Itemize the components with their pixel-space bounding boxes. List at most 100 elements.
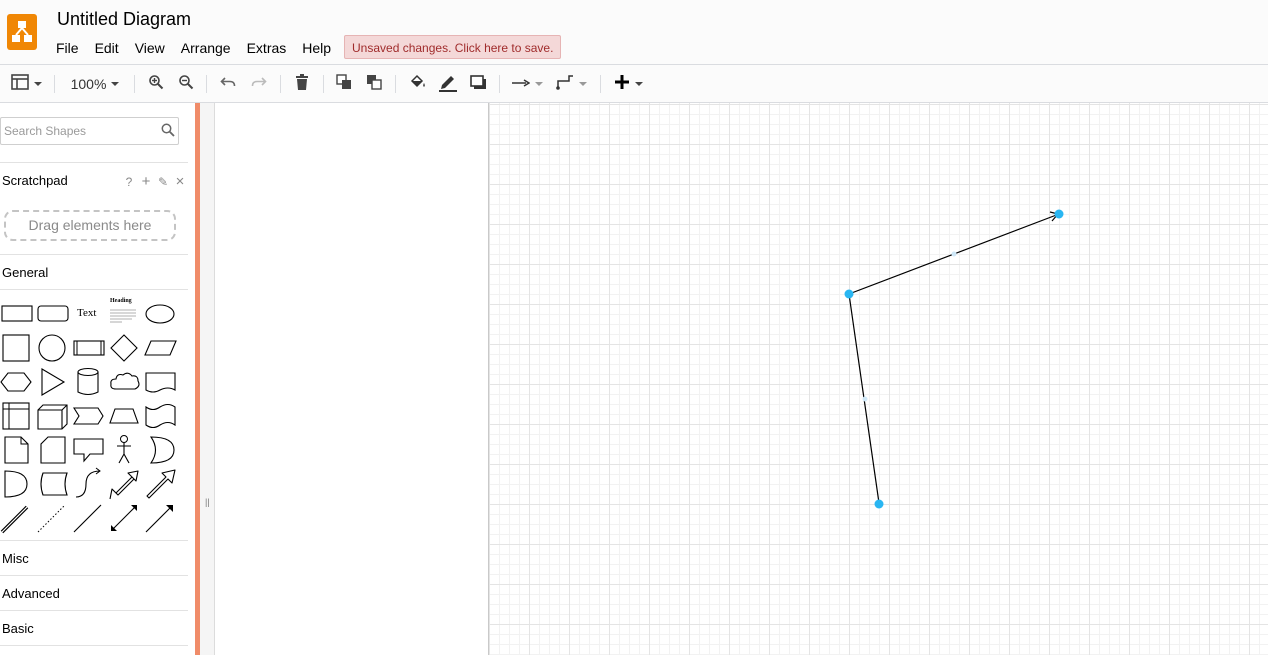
or-shape[interactable] xyxy=(144,433,180,467)
section-general[interactable]: General xyxy=(2,265,48,280)
step-shape[interactable] xyxy=(72,399,108,433)
callout-shape[interactable] xyxy=(72,433,108,467)
circle-shape[interactable] xyxy=(36,331,72,365)
diamond-shape[interactable] xyxy=(108,331,144,365)
edge-midpoint-handle[interactable] xyxy=(862,396,868,402)
diagram-title[interactable]: Untitled Diagram xyxy=(57,9,191,30)
help-icon[interactable]: ? xyxy=(122,175,136,189)
delay-shape[interactable] xyxy=(0,467,36,501)
shadow-button[interactable] xyxy=(468,73,488,95)
search-icon[interactable] xyxy=(161,123,175,142)
close-icon[interactable]: × xyxy=(173,173,187,190)
square-shape[interactable] xyxy=(0,331,36,365)
menu-edit[interactable]: Edit xyxy=(87,37,127,59)
toolbar-divider xyxy=(206,75,207,93)
diagram-layer xyxy=(844,209,1064,509)
format-panel-button[interactable] xyxy=(9,73,43,95)
to-back-icon xyxy=(366,74,382,95)
chevron-down-icon xyxy=(111,82,120,86)
edge-midpoint-handle[interactable] xyxy=(951,251,957,257)
search-input[interactable] xyxy=(1,118,151,144)
shadow-icon xyxy=(470,74,486,94)
scratchpad-tools: ? + ✎ × xyxy=(122,173,187,190)
text-shape[interactable]: Text xyxy=(72,297,108,331)
sidebar-divider xyxy=(0,575,188,576)
triangle-shape[interactable] xyxy=(36,365,72,399)
zoom-in-button[interactable] xyxy=(146,73,166,95)
toolbar-divider xyxy=(395,75,396,93)
bidirectional-connector-shape[interactable] xyxy=(108,501,144,535)
arrow-shape[interactable] xyxy=(144,467,180,501)
dotted-line-shape[interactable] xyxy=(36,501,72,535)
add-icon[interactable]: + xyxy=(139,173,153,190)
parallelogram-shape[interactable] xyxy=(144,331,180,365)
cube-shape[interactable] xyxy=(36,399,72,433)
section-basic[interactable]: Basic xyxy=(2,621,34,636)
zoom-out-button[interactable] xyxy=(176,73,196,95)
unsaved-changes-notice[interactable]: Unsaved changes. Click here to save. xyxy=(344,35,562,59)
curve-shape[interactable] xyxy=(72,467,108,501)
trapezoid-shape[interactable] xyxy=(108,399,144,433)
line-shape[interactable] xyxy=(72,501,108,535)
to-front-icon xyxy=(336,73,352,95)
edge-target-handle[interactable] xyxy=(1054,209,1064,219)
edit-icon[interactable]: ✎ xyxy=(156,175,170,189)
diagram-page[interactable] xyxy=(214,103,1268,655)
menu-arrange[interactable]: Arrange xyxy=(173,37,239,59)
waypoints-dropdown[interactable] xyxy=(554,73,588,95)
insert-dropdown[interactable] xyxy=(611,73,645,95)
edge-source-handle[interactable] xyxy=(874,499,884,509)
fill-color-button[interactable] xyxy=(407,73,429,95)
zoom-level: 100% xyxy=(70,76,107,92)
card-shape[interactable] xyxy=(36,433,72,467)
section-advanced[interactable]: Advanced xyxy=(2,586,60,601)
cylinder-shape[interactable] xyxy=(72,365,108,399)
ellipse-shape[interactable] xyxy=(144,297,180,331)
bidirectional-arrow-shape[interactable] xyxy=(108,467,144,501)
grid-canvas[interactable] xyxy=(488,103,1268,655)
rounded-rectangle-shape[interactable] xyxy=(36,297,72,331)
undo-button[interactable] xyxy=(218,73,238,95)
sidebar-divider xyxy=(0,254,188,255)
splitter-grip-icon[interactable]: || xyxy=(205,497,210,507)
actor-shape[interactable] xyxy=(108,433,144,467)
menu-extras[interactable]: Extras xyxy=(239,37,295,59)
menu-bar: File Edit View Arrange Extras Help xyxy=(48,37,339,59)
scratchpad-drop-zone[interactable]: Drag elements here xyxy=(4,210,176,241)
menu-help[interactable]: Help xyxy=(294,37,339,59)
cloud-shape[interactable] xyxy=(108,365,144,399)
internal-storage-shape[interactable] xyxy=(0,399,36,433)
data-storage-shape[interactable] xyxy=(36,467,72,501)
waypoints-icon xyxy=(555,74,574,95)
double-line-shape[interactable] xyxy=(0,501,36,535)
directional-connector-shape[interactable] xyxy=(144,501,180,535)
sidebar-divider xyxy=(0,540,188,541)
zoom-dropdown[interactable]: 100% xyxy=(67,73,123,95)
to-front-button[interactable] xyxy=(334,73,354,95)
note-shape[interactable] xyxy=(0,433,36,467)
menu-file[interactable]: File xyxy=(48,37,87,59)
search-box xyxy=(0,117,179,145)
plus-icon xyxy=(614,74,630,95)
chevron-down-icon xyxy=(578,82,587,86)
to-back-button[interactable] xyxy=(364,73,384,95)
tape-shape[interactable] xyxy=(144,399,180,433)
line-color-button[interactable] xyxy=(437,73,459,95)
rectangle-shape[interactable] xyxy=(0,297,36,331)
connection-style-dropdown[interactable] xyxy=(510,73,544,95)
heading-shape[interactable]: Heading xyxy=(108,297,144,331)
canvas-area[interactable] xyxy=(200,103,1268,655)
drawio-logo-icon[interactable] xyxy=(7,14,37,50)
document-shape[interactable] xyxy=(144,365,180,399)
menu-view[interactable]: View xyxy=(127,37,173,59)
hexagon-shape[interactable] xyxy=(0,365,36,399)
process-shape[interactable] xyxy=(72,331,108,365)
scratchpad-header[interactable]: Scratchpad xyxy=(2,173,68,188)
connector-edge[interactable] xyxy=(848,213,1060,504)
line-color-icon xyxy=(438,72,458,97)
fill-color-icon xyxy=(409,74,427,95)
redo-button[interactable] xyxy=(249,73,269,95)
waypoint-handle[interactable] xyxy=(844,289,854,299)
section-misc[interactable]: Misc xyxy=(2,551,29,566)
delete-button[interactable] xyxy=(292,73,312,95)
